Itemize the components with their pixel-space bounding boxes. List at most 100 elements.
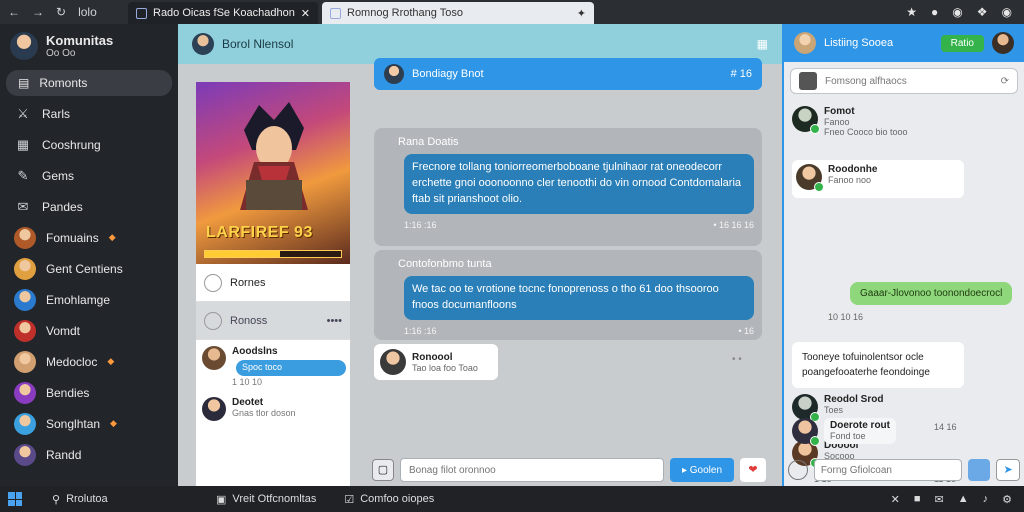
sidebar-item[interactable]: Randd — [0, 439, 178, 470]
game-row-meta: •••• — [326, 314, 342, 327]
sidebar-item[interactable]: Gent Centiens — [0, 253, 178, 284]
taskbar-app[interactable]: ☑ Comfoo oiopes — [330, 486, 448, 512]
app-tray-icon[interactable]: ■ — [914, 493, 921, 506]
list-icon: ▤ — [18, 76, 30, 90]
panel-message-input[interactable] — [813, 459, 963, 481]
close-icon[interactable]: ✕ — [301, 7, 310, 20]
message-meta: • 16 — [738, 325, 754, 336]
mail-icon[interactable]: ✉ — [935, 493, 944, 506]
browser-nav: ← → ↻ lolo — [0, 5, 128, 19]
sidebar-item-label: Fomuains — [46, 230, 99, 245]
avatar — [14, 319, 36, 342]
settings-icon[interactable]: ⚙ — [1002, 493, 1012, 506]
panel-action-button[interactable]: Ratio — [940, 34, 984, 52]
game-logo: LARFIREF 93 — [206, 224, 313, 241]
sidebar-item[interactable]: Fomuains ◆ — [0, 222, 178, 253]
nav-label: lolo — [78, 5, 97, 19]
main-channel: Borol Nlensol ▦ LARFIREF 93 Rornes Ronos… — [178, 24, 782, 486]
sidebar-item-label: Romonts — [39, 76, 88, 90]
network-icon[interactable]: ✕ — [891, 493, 900, 506]
list-item[interactable]: Fomot Fanoo Fneo Cooco bio tooo — [792, 106, 908, 137]
reload-icon[interactable]: ↻ — [56, 5, 66, 19]
sidebar-item[interactable]: ▦ Cooshrung — [0, 129, 178, 160]
community-title: Komunitas — [46, 33, 114, 48]
tab-second[interactable]: Romnog Rrothang Toso ✦ — [322, 2, 594, 24]
emoji-icon[interactable]: ❤ — [740, 458, 766, 482]
sidebar-item-label: Songlhtan — [46, 416, 101, 431]
sidebar-item[interactable]: Bendies — [0, 377, 178, 408]
list-item[interactable]: Reodol Srod Toes — [792, 394, 883, 422]
list-item[interactable]: Aoodslns 1 10 10 Spoc toco — [202, 346, 346, 387]
item-author: Fomot — [824, 106, 855, 117]
emoji-icon[interactable] — [788, 460, 808, 480]
shield-icon[interactable]: ▲ — [958, 493, 969, 506]
avatar[interactable] — [992, 32, 1014, 54]
sidebar-item[interactable]: ⚔ Rarls — [0, 98, 178, 129]
list-item[interactable]: Doerote rout Fond toe — [792, 418, 896, 446]
taskbar-search[interactable]: ⚲ Rrolutoa — [30, 493, 160, 506]
sidebar-item[interactable]: Medocloc ◆ — [0, 346, 178, 377]
taskbar-app[interactable]: ▣ Vreit Otfcnomltas — [202, 486, 330, 512]
message-time: 14 16 — [934, 422, 957, 432]
more-icon[interactable]: • • — [732, 354, 742, 365]
extension-icon[interactable]: ● — [931, 5, 938, 19]
item-author: Roodonhe — [828, 164, 878, 175]
browser-actions: ★ ● ◉ ❖ ◉ — [906, 5, 1024, 19]
avatar — [792, 394, 820, 422]
message-card[interactable]: Contofonbmo tunta We tac oo te vrotione … — [374, 250, 762, 340]
item-text: Fanoo — [824, 117, 850, 127]
pinned-message[interactable]: Bondiagy Bnot # 16 — [374, 58, 762, 90]
gear-icon — [204, 311, 222, 330]
camera-icon[interactable] — [968, 459, 991, 481]
attach-icon[interactable]: ▢ — [372, 459, 394, 481]
sidebar-item[interactable]: Songlhtan ◆ — [0, 408, 178, 439]
profile-icon[interactable]: ◉ — [952, 5, 962, 19]
app-icon: ☑ — [344, 493, 355, 506]
list-item[interactable]: Roodonhe Fanoo noo — [796, 164, 878, 192]
os-taskbar: ⚲ Rrolutoa ▣ Vreit Otfcnomltas ☑ Comfoo … — [0, 486, 1024, 512]
message-bubble: We tac oo te vrotione tocnc fonoprenoss … — [404, 276, 754, 320]
message-card[interactable]: Rana Doatis Frecnore tollang toniorreome… — [374, 128, 762, 246]
sidebar-item[interactable]: ✎ Gems — [0, 160, 178, 191]
sidebar-item-label: Gems — [42, 168, 75, 183]
message-header: Contofonbmo tunta — [398, 258, 492, 270]
message-input[interactable] — [400, 458, 664, 482]
item-text: Fanoo noo — [828, 175, 872, 185]
game-cover-art[interactable]: LARFIREF 93 — [196, 82, 350, 264]
panel-title: Listiing Sooea — [824, 37, 894, 49]
message-text: Gnas tlor doson — [232, 408, 296, 418]
avatar — [792, 106, 820, 134]
reply-preview[interactable]: Ronoool Tao loa foo Toao — [374, 344, 498, 380]
reply-author: Ronoool — [412, 351, 453, 363]
send-button[interactable]: ▸ Goolen — [670, 458, 734, 482]
browser-top-bar: ← → ↻ lolo Rado Oicas fSe Koachadhonotas… — [0, 0, 1024, 24]
refresh-icon[interactable]: ⟳ — [1001, 76, 1009, 87]
menu-icon[interactable]: ◉ — [1002, 5, 1012, 19]
sidebar-item[interactable]: Vomdt — [0, 315, 178, 346]
grid-icon[interactable]: ▦ — [757, 37, 768, 51]
listing-panel: Listiing Sooea Ratio Fomsong alfhaocs ⟳ … — [782, 24, 1024, 486]
send-icon[interactable]: ➤ — [996, 459, 1020, 481]
game-row-primary[interactable]: Rornes — [196, 264, 350, 302]
fire-icon: ◆ — [107, 356, 115, 366]
sidebar-item[interactable]: ✉ Pandes — [0, 191, 178, 222]
sidebar-item-label: Randd — [46, 447, 82, 462]
taskbar-app-label: Vreit Otfcnomltas — [232, 493, 317, 505]
message-time: 1:16 :16 — [404, 219, 437, 230]
tab-active[interactable]: Rado Oicas fSe Koachadhonotas ✕ — [128, 2, 318, 24]
sidebar-item[interactable]: Emohlamge — [0, 284, 178, 315]
start-icon[interactable] — [8, 492, 22, 506]
panel-search[interactable]: Fomsong alfhaocs ⟳ — [790, 68, 1018, 94]
pin-icon[interactable]: ✦ — [577, 7, 586, 20]
forward-icon[interactable]: → — [32, 5, 44, 19]
item-extra: Fneo Cooco bio tooo — [824, 127, 908, 137]
list-item[interactable]: Deotet Gnas tlor doson — [202, 397, 344, 421]
bookmark-star-icon[interactable]: ★ — [906, 5, 917, 19]
sidebar-item-active[interactable]: ▤ Romonts — [6, 70, 172, 96]
puzzle-icon[interactable]: ❖ — [977, 5, 988, 19]
message-header: Rana Doatis — [398, 136, 459, 148]
back-icon[interactable]: ← — [8, 5, 20, 19]
volume-icon[interactable]: ♪ — [983, 493, 989, 506]
community-header[interactable]: Komunitas Oo Oo — [0, 24, 178, 68]
game-row-secondary[interactable]: Ronoss •••• — [196, 302, 350, 340]
